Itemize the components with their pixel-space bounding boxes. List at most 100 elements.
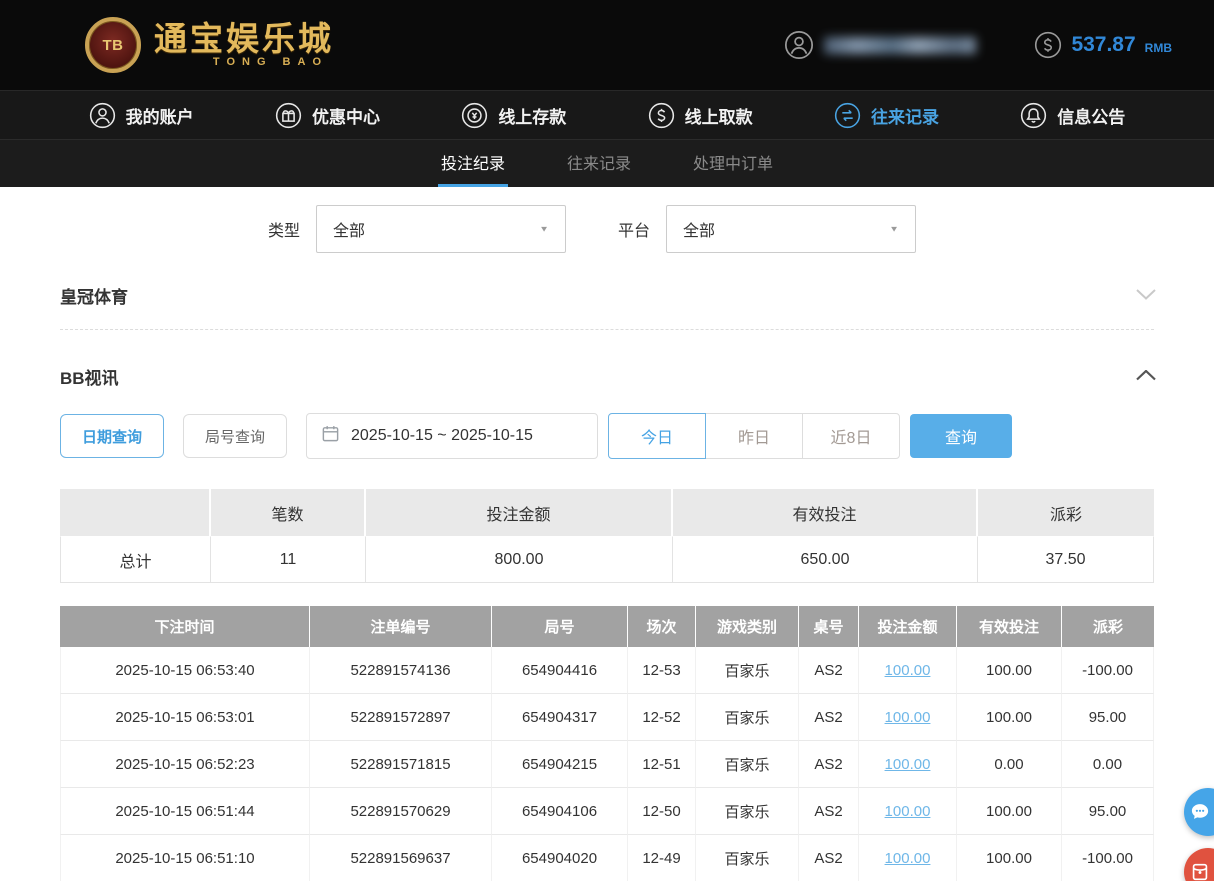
red-envelope-icon: [1189, 861, 1211, 881]
bet-amount-link[interactable]: 100.00: [885, 850, 931, 867]
yesterday-button[interactable]: 昨日: [705, 413, 803, 459]
nav-item-promotions[interactable]: 优惠中心: [275, 102, 380, 129]
user-icon: [89, 102, 116, 129]
nav-item-transaction-records[interactable]: 往来记录: [834, 102, 939, 129]
cell-table-no: AS2: [799, 741, 859, 788]
cell-game-type: 百家乐: [696, 788, 799, 835]
cell-game-type: 百家乐: [696, 647, 799, 694]
nav-item-label: 优惠中心: [312, 103, 380, 128]
tab-transaction-records[interactable]: 往来记录: [564, 140, 634, 187]
cell-game-type: 百家乐: [696, 835, 799, 881]
cell-session: 12-53: [628, 647, 696, 694]
round-query-button[interactable]: 局号查询: [183, 414, 287, 458]
summary-table: 笔数 投注金额 有效投注 派彩 总计 11 800.00 650.00 37.5…: [60, 489, 1154, 583]
sub-nav: 投注纪录 往来记录 处理中订单: [0, 139, 1214, 187]
header-bet-id: 注单编号: [310, 606, 492, 647]
cell-valid-bet: 100.00: [957, 835, 1062, 881]
summary-header-bet-amount: 投注金额: [366, 489, 673, 536]
summary-total-label: 总计: [60, 536, 211, 583]
cell-round-no: 654904317: [492, 694, 628, 741]
nav-item-deposit[interactable]: 线上存款: [461, 102, 566, 129]
chevron-down-icon: ▼: [539, 225, 549, 234]
cell-session: 12-52: [628, 694, 696, 741]
cell-session: 12-51: [628, 741, 696, 788]
filter-row: 类型 全部 ▼ 平台 全部 ▼: [268, 205, 1214, 253]
cell-game-type: 百家乐: [696, 694, 799, 741]
cell-bet-time: 2025-10-15 06:53:01: [60, 694, 310, 741]
quick-range-group: 今日 昨日 近8日: [608, 413, 900, 459]
bet-amount-link[interactable]: 100.00: [885, 662, 931, 679]
header-valid-bet: 有效投注: [957, 606, 1062, 647]
bet-amount-link[interactable]: 100.00: [885, 756, 931, 773]
cell-payout: -100.00: [1062, 647, 1154, 694]
logo-text: 通宝娱乐城 TONG BAO: [154, 22, 334, 69]
search-button[interactable]: 查询: [910, 414, 1012, 458]
type-select[interactable]: 全部 ▼: [316, 205, 566, 253]
header-game-type: 游戏类别: [696, 606, 799, 647]
cell-session: 12-49: [628, 835, 696, 881]
date-range-input[interactable]: 2025-10-15 ~ 2025-10-15: [306, 413, 598, 459]
table-row: 2025-10-15 06:53:01522891572897654904317…: [60, 694, 1154, 741]
section-title: 皇冠体育: [60, 283, 128, 308]
table-row: 2025-10-15 06:51:44522891570629654904106…: [60, 788, 1154, 835]
cell-table-no: AS2: [799, 788, 859, 835]
near-8-days-button[interactable]: 近8日: [802, 413, 900, 459]
cell-bet-time: 2025-10-15 06:51:10: [60, 835, 310, 881]
platform-select-value: 全部: [683, 217, 715, 241]
cell-payout: 95.00: [1062, 694, 1154, 741]
nav-item-label: 往来记录: [871, 103, 939, 128]
cell-bet-amount: 100.00: [859, 788, 957, 835]
bet-amount-link[interactable]: 100.00: [885, 803, 931, 820]
section-bb-video[interactable]: BB视讯: [60, 364, 1156, 389]
table-header-row: 下注时间 注单编号 局号 场次 游戏类别 桌号 投注金额 有效投注 派彩: [60, 606, 1154, 647]
header-payout: 派彩: [1062, 606, 1154, 647]
summary-header-valid-bet: 有效投注: [673, 489, 978, 536]
cell-valid-bet: 100.00: [957, 694, 1062, 741]
cell-bet-time: 2025-10-15 06:52:23: [60, 741, 310, 788]
username-blurred: [824, 37, 976, 54]
date-query-button[interactable]: 日期查询: [60, 414, 164, 458]
bet-table-body: 2025-10-15 06:53:40522891574136654904416…: [60, 647, 1154, 881]
cell-valid-bet: 0.00: [957, 741, 1062, 788]
platform-select[interactable]: 全部 ▼: [666, 205, 916, 253]
summary-header-count: 笔数: [211, 489, 366, 536]
transfer-records-icon: [834, 102, 861, 129]
promo-button[interactable]: [1184, 848, 1214, 881]
bet-amount-link[interactable]: 100.00: [885, 709, 931, 726]
section-title: BB视讯: [60, 364, 119, 389]
nav-item-withdraw[interactable]: 线上取款: [648, 102, 753, 129]
nav-item-label: 线上存款: [498, 103, 566, 128]
chevron-down-icon: [1136, 287, 1156, 305]
date-range-value: 2025-10-15 ~ 2025-10-15: [351, 427, 533, 445]
tab-bet-records[interactable]: 投注纪录: [438, 140, 508, 187]
user-box[interactable]: [784, 30, 976, 60]
nav-item-my-account[interactable]: 我的账户: [89, 102, 194, 129]
header-bet-time: 下注时间: [60, 606, 310, 647]
cell-table-no: AS2: [799, 835, 859, 881]
cell-bet-amount: 100.00: [859, 647, 957, 694]
nav-item-announcements[interactable]: 信息公告: [1020, 102, 1125, 129]
section-crown-sports[interactable]: 皇冠体育: [60, 283, 1156, 308]
dollar-icon: [1034, 31, 1062, 59]
nav-item-label: 信息公告: [1057, 103, 1125, 128]
nav-item-label: 线上取款: [685, 103, 753, 128]
table-row: 2025-10-15 06:52:23522891571815654904215…: [60, 741, 1154, 788]
type-select-value: 全部: [333, 217, 365, 241]
chevron-down-icon: ▼: [889, 225, 899, 234]
cell-bet-id: 522891574136: [310, 647, 492, 694]
summary-valid-bet-value: 650.00: [673, 536, 978, 583]
avatar-icon: [784, 30, 814, 60]
cell-bet-amount: 100.00: [859, 741, 957, 788]
balance-box[interactable]: 537.87 RMB: [1034, 31, 1172, 59]
cell-table-no: AS2: [799, 694, 859, 741]
table-row: 2025-10-15 06:53:40522891574136654904416…: [60, 647, 1154, 694]
today-button[interactable]: 今日: [608, 413, 706, 459]
site-logo[interactable]: TB 通宝娱乐城 TONG BAO: [85, 17, 334, 73]
live-chat-button[interactable]: [1184, 788, 1214, 836]
header-session: 场次: [628, 606, 696, 647]
type-filter-label: 类型: [268, 217, 300, 241]
cell-table-no: AS2: [799, 647, 859, 694]
chat-icon: [1188, 800, 1212, 824]
tab-processing-orders[interactable]: 处理中订单: [690, 140, 776, 187]
cell-bet-id: 522891572897: [310, 694, 492, 741]
